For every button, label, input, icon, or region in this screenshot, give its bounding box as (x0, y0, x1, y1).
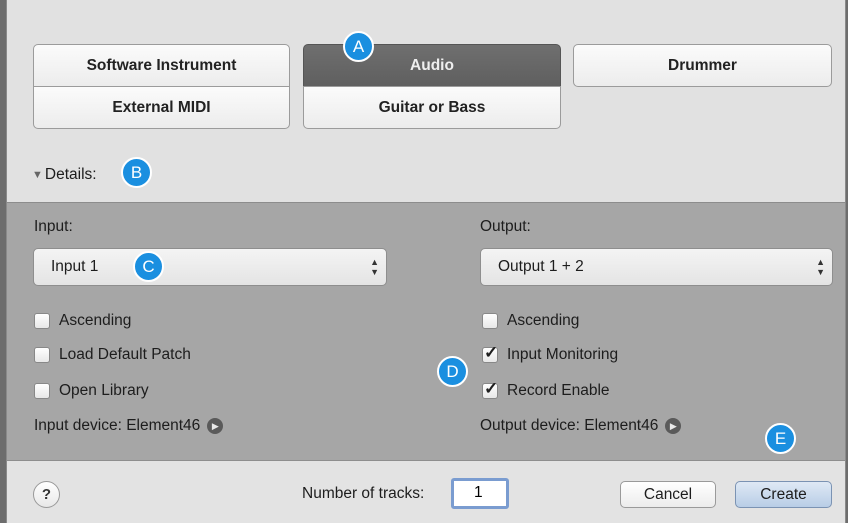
audio-button[interactable]: Audio (303, 44, 561, 87)
input-monitoring-checkbox[interactable]: ✓ Input Monitoring (482, 343, 619, 364)
details-disclosure[interactable]: ▼ Details: (32, 166, 97, 184)
callout-b: B (121, 157, 152, 188)
output-device-label: Output device: Element46 (480, 417, 659, 434)
checkbox-label: Ascending (507, 312, 580, 329)
number-of-tracks-field[interactable] (451, 478, 514, 509)
arrow-right-circle-icon[interactable]: ▶ (665, 418, 682, 434)
record-enable-checkbox[interactable]: ✓ Record Enable (482, 379, 610, 400)
output-device-row: Output device: Element46 ▶ (480, 417, 682, 435)
details-label: Details: (44, 166, 97, 183)
output-label: Output: (480, 218, 531, 235)
number-of-tracks-input[interactable] (454, 481, 514, 502)
create-button[interactable]: Create (735, 481, 832, 508)
new-track-dialog: Software Instrument External MIDI Audio … (0, 0, 848, 523)
checkbox-label: Input Monitoring (507, 346, 619, 363)
checkbox-label: Record Enable (507, 382, 610, 399)
up-down-arrows-icon: ▲ ▼ (370, 257, 379, 277)
software-instrument-button[interactable]: Software Instrument (33, 44, 290, 87)
help-button[interactable]: ? (33, 481, 60, 508)
checkbox-box: ✓ (482, 343, 498, 363)
output-value: Output 1 + 2 (498, 258, 584, 275)
guitar-or-bass-button[interactable]: Guitar or Bass (303, 86, 561, 129)
input-label: Input: (34, 218, 73, 235)
arrow-right-circle-icon[interactable]: ▶ (207, 418, 224, 434)
drummer-button[interactable]: Drummer (573, 44, 832, 87)
open-library-checkbox[interactable]: Open Library (34, 382, 149, 400)
checkbox-label: Load Default Patch (59, 346, 191, 363)
checkbox-box (34, 383, 50, 399)
callout-d: D (437, 356, 468, 387)
input-ascending-checkbox[interactable]: Ascending (34, 312, 131, 330)
checkbox-box (34, 313, 50, 329)
number-of-tracks-label: Number of tracks: (302, 485, 425, 502)
input-value: Input 1 (51, 258, 99, 275)
checkmark-icon: ✓ (484, 343, 499, 362)
input-popup[interactable]: Input 1 ▲ ▼ (33, 248, 387, 286)
dialog-footer: Number of tracks: Cancel Create (6, 460, 846, 523)
output-popup[interactable]: Output 1 + 2 ▲ ▼ (480, 248, 833, 286)
checkbox-box (34, 347, 50, 363)
input-device-label: Input device: Element46 (34, 417, 201, 434)
checkbox-label: Ascending (59, 312, 132, 329)
up-down-arrows-icon: ▲ ▼ (816, 257, 825, 277)
checkbox-box (482, 313, 498, 329)
external-midi-button[interactable]: External MIDI (33, 86, 290, 129)
load-default-patch-checkbox[interactable]: Load Default Patch (34, 346, 191, 364)
checkbox-label: Open Library (59, 382, 149, 399)
checkbox-box: ✓ (482, 379, 498, 399)
callout-e: E (765, 423, 796, 454)
triangle-down-icon: ▼ (32, 169, 43, 181)
output-ascending-checkbox[interactable]: Ascending (482, 312, 579, 330)
callout-c: C (133, 251, 164, 282)
details-panel: Input: Input 1 ▲ ▼ Ascending Load Default… (6, 202, 846, 461)
checkmark-icon: ✓ (484, 379, 499, 398)
cancel-button[interactable]: Cancel (620, 481, 716, 508)
callout-a: A (343, 31, 374, 62)
input-device-row: Input device: Element46 ▶ (34, 417, 224, 435)
